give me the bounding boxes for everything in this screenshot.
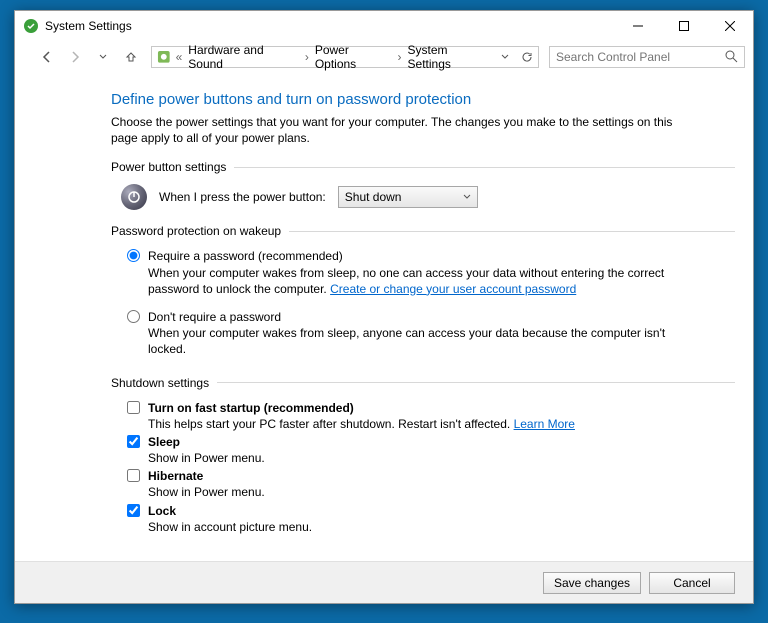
settings-window: System Settings xyxy=(14,10,754,604)
check-lock: Lock Show in account picture menu. xyxy=(127,503,675,535)
radio-require-password: Require a password (recommended) When yo… xyxy=(127,248,675,297)
radio-title: Don't require a password xyxy=(148,310,281,324)
check-title: Hibernate xyxy=(148,469,203,483)
radio-noreq[interactable] xyxy=(127,310,140,323)
content-area: Define power buttons and turn on passwor… xyxy=(15,73,753,561)
checkbox-lock[interactable] xyxy=(127,504,140,517)
footer: Save changes Cancel xyxy=(15,561,753,603)
page-description: Choose the power settings that you want … xyxy=(111,114,675,146)
breadcrumb-item[interactable]: Power Options xyxy=(313,43,394,71)
shutdown-options: Turn on fast startup (recommended) This … xyxy=(111,400,735,536)
checkbox-sleep[interactable] xyxy=(127,435,140,448)
group-label-text: Shutdown settings xyxy=(111,376,209,390)
radio-title: Require a password (recommended) xyxy=(148,249,343,263)
search-box[interactable] xyxy=(549,46,745,68)
divider xyxy=(234,167,735,168)
control-panel-icon xyxy=(156,49,172,65)
check-title: Sleep xyxy=(148,435,180,449)
check-desc: This helps start your PC faster after sh… xyxy=(148,417,514,431)
checkbox-fast[interactable] xyxy=(127,401,140,414)
change-password-link[interactable]: Create or change your user account passw… xyxy=(330,282,576,296)
check-title: Turn on fast startup (recommended) xyxy=(148,401,354,415)
up-button[interactable] xyxy=(119,45,143,69)
maximize-button[interactable] xyxy=(661,11,707,41)
address-bar[interactable]: « Hardware and Sound › Power Options › S… xyxy=(151,46,539,68)
breadcrumb-sep: « xyxy=(174,50,185,64)
dropdown-value: Shut down xyxy=(345,190,402,204)
power-button-label: When I press the power button: xyxy=(159,190,326,204)
group-shutdown: Shutdown settings xyxy=(111,376,735,390)
radio-require[interactable] xyxy=(127,249,140,262)
titlebar: System Settings xyxy=(15,11,753,41)
check-hibernate: Hibernate Show in Power menu. xyxy=(127,468,675,500)
window-title: System Settings xyxy=(45,19,132,33)
history-dropdown[interactable] xyxy=(91,45,115,69)
breadcrumb-item[interactable]: Hardware and Sound xyxy=(186,43,301,71)
power-button-row: When I press the power button: Shut down xyxy=(121,184,735,210)
group-power-button: Power button settings xyxy=(111,160,735,174)
check-desc: Show in Power menu. xyxy=(148,484,265,500)
minimize-button[interactable] xyxy=(615,11,661,41)
back-button[interactable] xyxy=(35,45,59,69)
learn-more-link[interactable]: Learn More xyxy=(514,417,575,431)
navbar: « Hardware and Sound › Power Options › S… xyxy=(15,41,753,73)
breadcrumb-item[interactable]: System Settings xyxy=(406,43,495,71)
check-fast-startup: Turn on fast startup (recommended) This … xyxy=(127,400,675,432)
address-dropdown[interactable] xyxy=(496,53,514,61)
refresh-button[interactable] xyxy=(518,51,536,63)
cancel-button[interactable]: Cancel xyxy=(649,572,735,594)
save-button[interactable]: Save changes xyxy=(543,572,641,594)
checkbox-hibernate[interactable] xyxy=(127,469,140,482)
check-desc: Show in Power menu. xyxy=(148,450,265,466)
divider xyxy=(217,382,735,383)
check-desc: Show in account picture menu. xyxy=(148,519,312,535)
chevron-right-icon: › xyxy=(303,50,311,64)
page-title: Define power buttons and turn on passwor… xyxy=(111,91,735,108)
forward-button[interactable] xyxy=(63,45,87,69)
divider xyxy=(289,231,735,232)
power-icon xyxy=(121,184,147,210)
search-icon xyxy=(725,50,738,66)
check-sleep: Sleep Show in Power menu. xyxy=(127,434,675,466)
group-label-text: Password protection on wakeup xyxy=(111,224,281,238)
app-icon xyxy=(23,18,39,34)
check-title: Lock xyxy=(148,504,176,518)
radio-no-password: Don't require a password When your compu… xyxy=(127,309,675,358)
group-label-text: Power button settings xyxy=(111,160,226,174)
chevron-right-icon: › xyxy=(396,50,404,64)
search-input[interactable] xyxy=(554,49,740,65)
power-action-dropdown[interactable]: Shut down xyxy=(338,186,478,208)
radio-desc: When your computer wakes from sleep, any… xyxy=(148,325,675,357)
chevron-down-icon xyxy=(463,193,471,201)
group-password: Password protection on wakeup xyxy=(111,224,735,238)
window-controls xyxy=(615,11,753,41)
close-button[interactable] xyxy=(707,11,753,41)
